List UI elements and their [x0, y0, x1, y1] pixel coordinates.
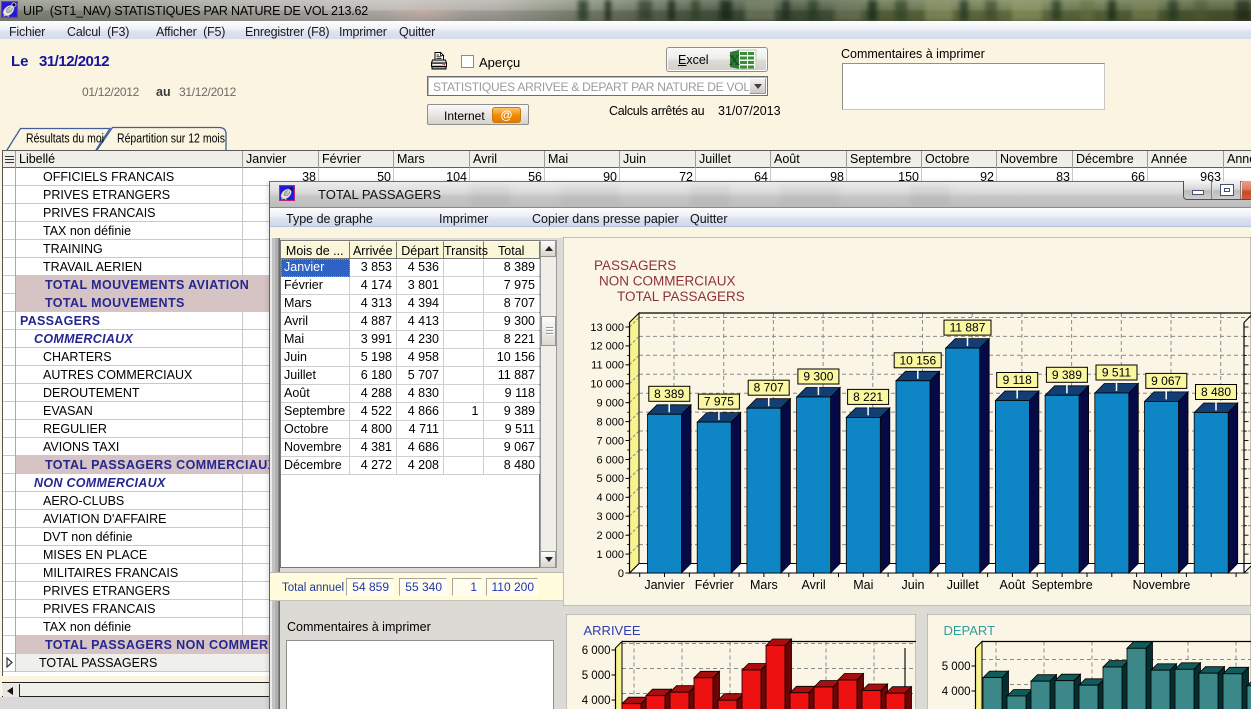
svg-text:Juin: Juin [902, 578, 925, 592]
svg-text:9 067: 9 067 [1151, 374, 1181, 388]
svg-text:PASSAGERS: PASSAGERS [594, 258, 676, 273]
svg-text:7 975: 7 975 [704, 395, 734, 409]
svg-text:Avril: Avril [802, 578, 826, 592]
svg-text:6 000: 6 000 [582, 645, 611, 657]
svg-text:4 000: 4 000 [942, 686, 971, 698]
svg-text:12 000: 12 000 [590, 341, 624, 353]
svg-text:Mars: Mars [750, 578, 778, 592]
svg-text:Résultats du moi: Résultats du moi [26, 131, 104, 146]
svg-text:0: 0 [618, 568, 624, 580]
svg-text:8 480: 8 480 [1201, 385, 1231, 399]
svg-text:Septembre: Septembre [1032, 578, 1093, 592]
svg-text:4 000: 4 000 [596, 492, 624, 504]
svg-text:3 000: 3 000 [596, 511, 624, 523]
svg-text:11 000: 11 000 [591, 360, 624, 372]
svg-text:Janvier: Janvier [644, 578, 684, 592]
svg-text:5 000: 5 000 [942, 661, 971, 673]
svg-text:6 000: 6 000 [596, 454, 624, 466]
svg-text:5 000: 5 000 [596, 473, 624, 485]
svg-text:TOTAL PASSAGERS: TOTAL PASSAGERS [617, 289, 745, 304]
svg-text:9 389: 9 389 [1052, 368, 1082, 382]
svg-text:13 000: 13 000 [590, 322, 624, 334]
svg-text:9 300: 9 300 [803, 370, 833, 384]
svg-text:9 511: 9 511 [1102, 366, 1131, 380]
svg-text:9 118: 9 118 [1003, 373, 1032, 387]
svg-text:Février: Février [695, 578, 734, 592]
svg-text:9 000: 9 000 [596, 398, 624, 410]
svg-text:10 000: 10 000 [590, 379, 624, 391]
svg-text:Répartition sur 12 mois: Répartition sur 12 mois [117, 131, 225, 146]
svg-text:1 000: 1 000 [596, 549, 624, 561]
svg-text:10 156: 10 156 [899, 353, 936, 367]
svg-text:8 389: 8 389 [654, 387, 684, 401]
svg-text:5 000: 5 000 [582, 670, 611, 682]
svg-text:8 000: 8 000 [596, 416, 624, 428]
svg-text:7 000: 7 000 [596, 435, 624, 447]
svg-text:11 887: 11 887 [950, 321, 986, 335]
svg-text:2 000: 2 000 [596, 530, 624, 542]
svg-text:X: X [729, 53, 740, 69]
svg-text:ARRIVEE: ARRIVEE [584, 623, 641, 638]
svg-text:Août: Août [1000, 578, 1026, 592]
svg-text:Mai: Mai [853, 578, 873, 592]
svg-text:4 000: 4 000 [582, 695, 611, 707]
svg-text:Novembre: Novembre [1133, 578, 1191, 592]
svg-text:8 707: 8 707 [754, 381, 784, 395]
svg-text:8 221: 8 221 [853, 390, 883, 404]
svg-text:DEPART: DEPART [944, 623, 996, 638]
svg-text:NON COMMERCIAUX: NON COMMERCIAUX [599, 274, 736, 289]
svg-text:Juillet: Juillet [947, 578, 979, 592]
